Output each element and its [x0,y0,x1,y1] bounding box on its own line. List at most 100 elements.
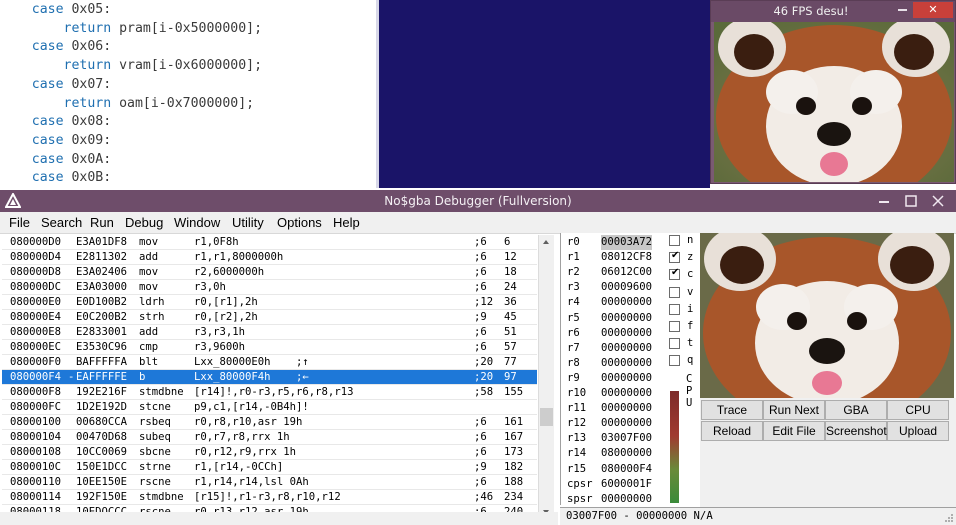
register-row[interactable]: r14 08000000 [561,446,667,461]
close-icon[interactable] [930,193,946,209]
menu-run[interactable]: Run [90,212,114,234]
scroll-thumb[interactable] [540,408,553,426]
register-row[interactable]: r9 00000000 [561,371,667,386]
code-line[interactable]: return vram[i-0x6000000]; [0,56,263,75]
debugger-titlebar[interactable]: No$gba Debugger (Fullversion) [0,190,956,212]
maximize-icon[interactable] [903,193,919,209]
register-value[interactable]: 00000000 [601,386,652,401]
disasm-row[interactable]: 080000DC E3A03000 mov r3,0h ;6 24 [2,280,537,295]
flag-checkbox-i[interactable] [669,303,680,315]
disasm-row[interactable]: 08000110 10EE150E rscne r1,r14,r14,lsl 0Ah;… [2,475,537,490]
trace-button[interactable]: Trace [701,400,763,420]
disasm-row[interactable]: 080000E8 E2833001 add r3,r3,1h ;6 51 [2,325,537,340]
disasm-row[interactable]: 080000E0 E0D100B2 ldrh r0,[r1],2h ;12 36 [2,295,537,310]
menu-search[interactable]: Search [41,212,82,234]
screenshot-button[interactable]: Screenshot [825,421,887,441]
scroll-up-icon[interactable] [539,235,554,250]
flag-checkbox-z[interactable]: ✔ [669,250,680,264]
register-value[interactable]: 00000000 [601,326,652,341]
register-value[interactable]: 00000000 [601,341,652,356]
menu-utility[interactable]: Utility [232,212,264,234]
edit-file-button[interactable]: Edit File [763,421,825,441]
register-row[interactable]: r0 00003A72 [561,235,667,250]
register-row[interactable]: r2 06012C00 [561,265,667,280]
register-value[interactable]: 03007F00 [601,431,652,446]
run-next-button[interactable]: Run Next [763,400,825,420]
disasm-row[interactable]: 08000108 10CC0069 sbcne r0,r12,r9,rrx 1h ;6 1… [2,445,537,460]
register-row[interactable]: r8 00000000 [561,356,667,371]
register-value[interactable]: 00000000 [601,371,652,386]
emulator-screen[interactable] [714,22,954,182]
upload-button[interactable]: Upload [887,421,949,441]
close-button[interactable]: ✕ [913,2,953,18]
disasm-row[interactable]: 08000114 192F150E stmdbne [r15]!,r1-r3,r8,r… [2,490,537,505]
disasm-row[interactable]: 080000FC 1D2E192D stcne p9,c1,[r14,-0B4h]! [2,400,537,415]
register-value[interactable]: 6000001F [601,477,652,492]
register-row[interactable]: r1 08012CF8 [561,250,667,265]
disassembly-scrollbar[interactable] [538,235,554,520]
flag-checkbox-n[interactable] [669,235,680,246]
disasm-row[interactable]: 080000D4 E2811302 add r1,r1,8000000h ;6 12 [2,250,537,265]
emulator-titlebar[interactable]: 46 FPS desu! ✕ [711,1,955,22]
disassembly-view[interactable]: 080000D0 E3A01DF8 mov r1,0F8h ;6 6 080000D4 E28… [2,235,537,520]
flag-checkbox-c[interactable]: ✔ [669,267,680,281]
disasm-row[interactable]: 080000EC E3530C96 cmp r3,9600h ;6 57 [2,340,537,355]
register-value[interactable]: 00000000 [601,311,652,326]
register-row[interactable]: r7 00000000 [561,341,667,356]
register-value[interactable]: 00000000 [601,356,652,371]
emulator-window[interactable]: 46 FPS desu! ✕ [710,0,956,184]
register-value[interactable]: 00003A72 [601,235,653,250]
register-value[interactable]: 00000000 [601,492,652,507]
code-line[interactable]: case 0x07: [0,75,111,94]
register-value[interactable]: 06012C00 [601,265,652,280]
minimize-icon[interactable] [876,193,892,209]
disasm-row[interactable]: 080000D8 E3A02406 mov r2,6000000h ;6 18 [2,265,537,280]
code-editor[interactable]: case 0x05: return pram[i-0x5000000]; cas… [0,0,376,188]
register-row[interactable]: r15 080000F4 [561,462,667,477]
reload-button[interactable]: Reload [701,421,763,441]
register-value[interactable]: 00000000 [601,295,652,310]
flag-checkbox-v[interactable] [669,286,680,298]
register-row[interactable]: r10 00000000 [561,386,667,401]
register-panel[interactable]: r0 00003A72 r1 08012CF8 r2 06012C00 r3 00009600… [560,233,666,505]
register-value[interactable]: 00000000 [601,416,652,431]
disasm-row[interactable]: 080000F8 192E216F stmdbne [r14]!,r0-r3,r5,r… [2,385,537,400]
register-row[interactable]: spsr 00000000 [561,492,667,507]
register-value[interactable]: 00000000 [601,401,652,416]
disasm-row[interactable]: 080000D0 E3A01DF8 mov r1,0F8h ;6 6 [2,235,537,250]
register-row[interactable]: r3 00009600 [561,280,667,295]
register-value[interactable]: 080000F4 [601,462,652,477]
register-row[interactable]: cpsr 6000001F [561,477,667,492]
disasm-row[interactable]: 080000F0 BAFFFFFA blt Lxx_80000E0h ;↑ ;20 77 [2,355,537,370]
menu-window[interactable]: Window [174,212,220,234]
register-row[interactable]: r13 03007F00 [561,431,667,446]
flag-checkbox-q[interactable] [669,355,680,367]
code-line[interactable]: case 0x0B: [0,168,111,187]
register-row[interactable]: r4 00000000 [561,295,667,310]
menu-help[interactable]: Help [333,212,360,234]
cpu-specs-button[interactable]: CPU Specs [887,400,949,435]
gba-specs-button[interactable]: GBA Specs [825,400,887,435]
register-value[interactable]: 00009600 [601,280,652,295]
code-line[interactable]: case 0x08: [0,112,111,131]
disasm-row[interactable]: 080000E4 E0C200B2 strh r0,[r2],2h ;9 45 [2,310,537,325]
resize-grip-icon[interactable] [944,513,954,523]
flag-checkbox-t[interactable] [669,338,680,350]
code-line[interactable]: case 0x06: [0,37,111,56]
register-row[interactable]: r6 00000000 [561,326,667,341]
menu-file[interactable]: File [9,212,30,234]
register-value[interactable]: 08012CF8 [601,250,652,265]
disasm-row[interactable]: 08000100 00680CCA rsbeq r0,r8,r10,asr 19h ;6… [2,415,537,430]
code-line[interactable]: return oam[i-0x7000000]; [0,94,255,113]
menu-debug[interactable]: Debug [125,212,163,234]
code-line[interactable]: return pram[i-0x5000000]; [0,19,263,38]
code-line[interactable]: case 0x09: [0,131,111,150]
register-value[interactable]: 08000000 [601,446,652,461]
code-line[interactable]: case 0x05: [0,0,111,19]
register-row[interactable]: r12 00000000 [561,416,667,431]
flag-checkbox-f[interactable] [669,321,680,332]
minimize-icon[interactable] [895,3,911,17]
register-row[interactable]: r5 00000000 [561,311,667,326]
disasm-row[interactable]: 0800010C 150E1DCC strne r1,[r14,-0CCh] ;9 182 [2,460,537,475]
register-row[interactable]: r11 00000000 [561,401,667,416]
